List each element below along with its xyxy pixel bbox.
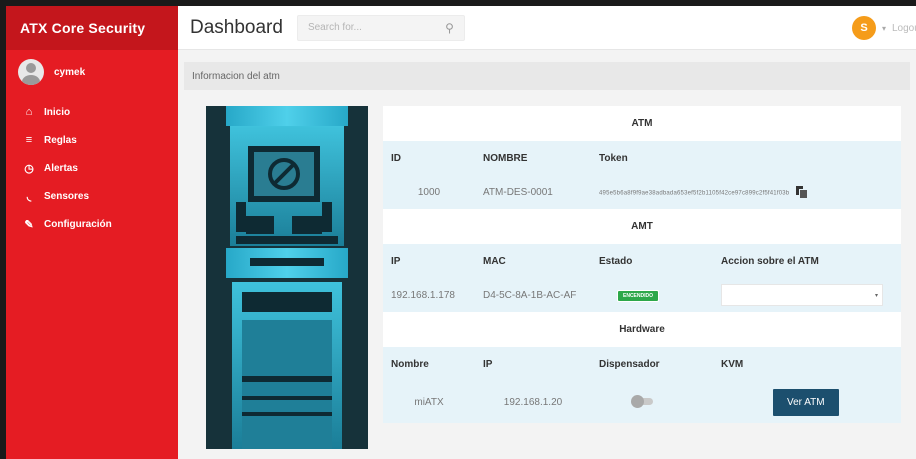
- atm-image: [206, 106, 368, 449]
- hardware-table: Nombre IP Dispensador KVM miATX 192.168.…: [383, 347, 901, 423]
- brand-title[interactable]: ATX Core Security: [6, 6, 178, 50]
- atm-nombre: ATM-DES-0001: [483, 186, 553, 198]
- table-row: 192.168.1.178 D4-5C-8A-1B-AC-AF ENCENDID…: [383, 278, 901, 312]
- section-header: Informacion del atm: [184, 62, 910, 90]
- estado-cell: ENCENDIDO: [591, 289, 713, 302]
- token-cell: 495e5b6a8f9f9ae38adbada653ef5f2b1105f42c…: [591, 186, 901, 198]
- column-header: MAC: [483, 255, 506, 267]
- column-header: Dispensador: [599, 358, 660, 370]
- atm-table: ID NOMBRE Token 1000 ATM-DES-0001 495e5b…: [383, 141, 901, 209]
- page-title: Dashboard: [190, 16, 283, 38]
- table-row: miATX 192.168.1.20 Ver ATM: [383, 381, 901, 423]
- status-badge: ENCENDIDO: [617, 289, 660, 302]
- hardware-nombre: miATX: [414, 396, 444, 408]
- caret-down-icon[interactable]: ▾: [882, 24, 886, 33]
- avatar-icon: [18, 59, 44, 85]
- column-header: KVM: [721, 358, 744, 370]
- logout-link[interactable]: Logout: [892, 23, 916, 34]
- toggle-knob: [631, 394, 644, 408]
- sidebar-item-label: Inicio: [44, 106, 71, 118]
- copy-icon[interactable]: [796, 186, 809, 198]
- dispensador-toggle[interactable]: [631, 394, 655, 408]
- hardware-section-title: Hardware: [383, 312, 901, 347]
- amt-section-title: AMT: [383, 209, 901, 244]
- column-header: ID: [391, 152, 401, 164]
- table-row: 1000 ATM-DES-0001 495e5b6a8f9f9ae38adbad…: [383, 175, 901, 209]
- sidebar-item-inicio[interactable]: ⌂ Inicio: [6, 98, 178, 126]
- user-menu-avatar[interactable]: S: [851, 16, 876, 40]
- rules-icon: ≡: [25, 134, 33, 146]
- top-bar: Dashboard Search for... ⚲ S ▾ Logout: [178, 6, 916, 50]
- table-header-row: IP MAC Estado Accion sobre el ATM: [383, 244, 901, 278]
- dispensador-cell: [591, 394, 713, 410]
- table-header-row: ID NOMBRE Token: [383, 141, 901, 175]
- kvm-cell: Ver ATM: [713, 388, 901, 416]
- column-header: IP: [391, 255, 401, 267]
- ver-atm-button[interactable]: Ver ATM: [773, 388, 839, 416]
- search-placeholder: Search for...: [307, 22, 362, 33]
- hardware-ip: 192.168.1.20: [503, 396, 563, 408]
- column-header: IP: [483, 358, 493, 370]
- wrench-icon: ✎: [24, 218, 34, 231]
- amt-mac: D4-5C-8A-1B-AC-AF: [483, 289, 577, 301]
- atm-section-title: ATM: [383, 106, 901, 141]
- user-profile[interactable]: cymek: [6, 50, 178, 94]
- atm-id: 1000: [417, 186, 441, 198]
- sidebar-item-label: Reglas: [44, 134, 77, 146]
- sidebar-item-configuracion[interactable]: ✎ Configuración: [6, 210, 178, 238]
- alarm-icon: ◷: [24, 162, 34, 175]
- column-header: Token: [599, 152, 628, 164]
- sidebar-item-label: Configuración: [44, 218, 112, 230]
- atm-illustration: [206, 106, 368, 449]
- amt-table: IP MAC Estado Accion sobre el ATM 192.16…: [383, 244, 901, 312]
- column-header: Accion sobre el ATM: [721, 255, 819, 267]
- sidebar-item-reglas[interactable]: ≡ Reglas: [6, 126, 178, 154]
- accion-select[interactable]: ▾: [721, 284, 883, 306]
- username: cymek: [54, 66, 86, 78]
- atm-info-panel: ATM ID NOMBRE Token 1000 ATM-DES-0001 49…: [383, 106, 901, 423]
- column-header: NOMBRE: [483, 152, 528, 164]
- rss-icon: ◟: [26, 190, 32, 203]
- chevron-down-icon: ▾: [874, 292, 878, 299]
- main-content: Informacion del atm ATM ID NOMBRE Token …: [178, 50, 916, 459]
- sidebar-item-label: Alertas: [44, 162, 78, 174]
- sidebar-item-label: Sensores: [44, 190, 90, 202]
- sidebar-item-sensores[interactable]: ◟ Sensores: [6, 182, 178, 210]
- accion-cell: ▾: [713, 284, 901, 306]
- sidebar: ATX Core Security cymek ⌂ Inicio ≡ Regla…: [6, 6, 178, 459]
- amt-ip: 192.168.1.178: [391, 289, 455, 301]
- sidebar-nav: ⌂ Inicio ≡ Reglas ◷ Alertas ◟ Sensores ✎…: [6, 94, 178, 238]
- sidebar-item-alertas[interactable]: ◷ Alertas: [6, 154, 178, 182]
- search-input[interactable]: Search for... ⚲: [296, 14, 465, 41]
- atm-token: 495e5b6a8f9f9ae38adbada653ef5f2b1105f42c…: [599, 190, 790, 197]
- search-icon[interactable]: ⚲: [445, 21, 454, 35]
- user-menu: S ▾ Logout: [851, 6, 916, 50]
- column-header: Nombre: [391, 358, 429, 370]
- column-header: Estado: [599, 255, 633, 267]
- home-icon: ⌂: [25, 106, 33, 118]
- table-header-row: Nombre IP Dispensador KVM: [383, 347, 901, 381]
